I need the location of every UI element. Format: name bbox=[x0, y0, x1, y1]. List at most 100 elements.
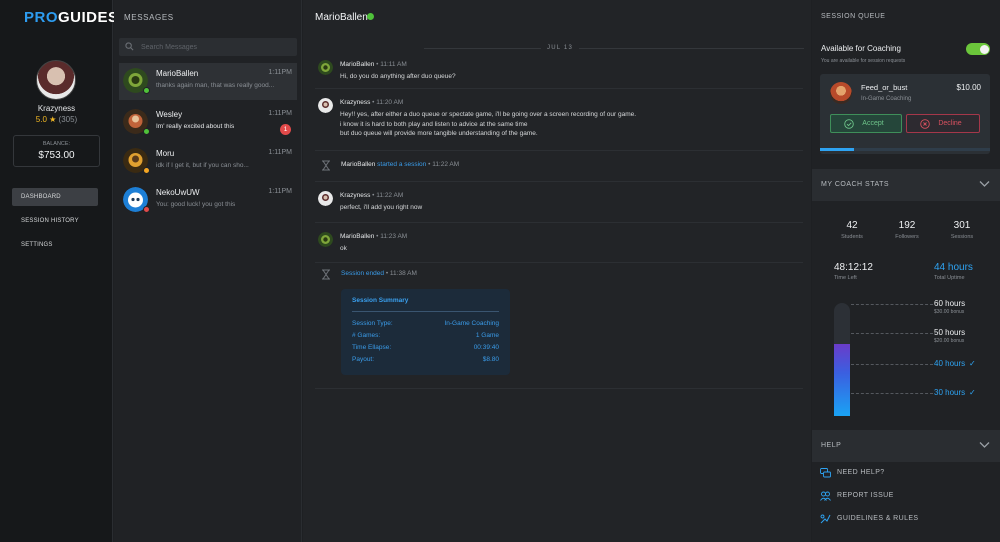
message-author-line: Krazyness • 11:20 AM bbox=[340, 99, 404, 106]
availability-toggle[interactable] bbox=[966, 43, 990, 55]
message-author-line: MarioBallen • 11:23 AM bbox=[340, 233, 408, 240]
session-request-card: Feed_or_bust $10.00 In-Game Coaching Acc… bbox=[820, 74, 990, 154]
message-author: Krazyness bbox=[340, 99, 371, 106]
guidelines-icon bbox=[820, 514, 831, 524]
logo[interactable]: PROGUIDES bbox=[24, 9, 119, 26]
date-divider bbox=[424, 48, 804, 49]
request-type: In-Game Coaching bbox=[861, 96, 912, 102]
online-status-dot bbox=[367, 13, 374, 20]
conversation-item[interactable]: MarioBallen 1:11PM thanks again man, tha… bbox=[119, 63, 297, 100]
sessions-count: 301 bbox=[953, 220, 971, 231]
message-author: MarioBallen bbox=[340, 233, 375, 240]
search-input[interactable] bbox=[141, 40, 291, 54]
conversation-time: 1:11PM bbox=[268, 110, 292, 117]
chevron-down-icon bbox=[979, 442, 990, 448]
session-summary-card: Session Summary Session Type: In-Game Coa… bbox=[341, 289, 510, 375]
chat-message: MarioBallen • 11:11 AM Hi, do you do any… bbox=[318, 60, 808, 84]
conversation-snippet: idk if I get it, but if you can sho... bbox=[156, 162, 249, 169]
sessions-label: Sessions bbox=[950, 234, 974, 240]
rating-score: 5.0 ★ bbox=[35, 115, 57, 124]
accept-label: Accept bbox=[862, 120, 884, 127]
people-icon bbox=[820, 491, 831, 501]
divider bbox=[315, 88, 803, 89]
tier-bonus: $20.00 bonus bbox=[934, 338, 965, 344]
conversation-name: Wesley bbox=[156, 110, 183, 119]
conversation-item[interactable]: NekoUwUW 1:11PM You: good luck! you got … bbox=[119, 182, 297, 219]
session-ended-link[interactable]: Session ended bbox=[341, 270, 384, 277]
right-panel: SESSION QUEUE Available for Coaching You… bbox=[812, 0, 1000, 542]
uptime-gauge bbox=[834, 303, 850, 416]
time-left-label: Time Left bbox=[834, 275, 857, 281]
help-item-label: REPORT ISSUE bbox=[837, 492, 894, 499]
summary-row: # Games: 1 Game bbox=[352, 332, 499, 339]
tier-line bbox=[851, 304, 933, 305]
requester-avatar bbox=[830, 82, 852, 104]
status-busy-dot bbox=[143, 206, 150, 213]
help-header[interactable]: HELP bbox=[812, 430, 1000, 462]
uptime-gauge-fill bbox=[834, 343, 850, 416]
user-avatar[interactable] bbox=[36, 60, 76, 100]
chat-message: Krazyness • 11:22 AM perfect, i'll add y… bbox=[318, 191, 808, 216]
nav-settings[interactable]: SETTINGS bbox=[12, 236, 98, 254]
message-author: MarioBallen bbox=[340, 61, 375, 68]
user-rating: 5.0 ★ (305) bbox=[0, 115, 113, 124]
conversation-time: 1:11PM bbox=[268, 188, 292, 195]
tier-hours: 60 hours bbox=[934, 299, 966, 308]
message-body: ok bbox=[340, 245, 347, 252]
help-item-label: NEED HELP? bbox=[837, 469, 885, 476]
message-time: 11:23 AM bbox=[380, 233, 408, 240]
tier-line bbox=[851, 393, 933, 394]
status-away-dot bbox=[143, 167, 150, 174]
conversation-item[interactable]: Wesley 1:11PM Im' really excited about t… bbox=[119, 104, 297, 141]
tier-hours: 40 hours bbox=[934, 359, 966, 368]
balance-label: BALANCE: bbox=[42, 141, 71, 147]
unread-badge: 1 bbox=[280, 124, 291, 135]
chat-message: MarioBallen • 11:23 AM ok bbox=[318, 232, 808, 257]
system-author: MarioBallen bbox=[341, 161, 376, 168]
session-queue-title: SESSION QUEUE bbox=[821, 13, 886, 20]
tier-hours: 50 hours bbox=[934, 328, 966, 337]
total-uptime-value: 44 hours bbox=[934, 262, 973, 273]
availability-label: Available for Coaching bbox=[821, 44, 901, 53]
followers-label: Followers bbox=[895, 234, 919, 240]
left-nav: PROGUIDES Krazyness 5.0 ★ (305) BALANCE:… bbox=[0, 0, 118, 542]
avatar bbox=[318, 232, 333, 247]
nav-session-history[interactable]: SESSION HISTORY bbox=[12, 212, 98, 230]
conversation-item[interactable]: Moru 1:11PM idk if I get it, but if you … bbox=[119, 143, 297, 180]
decline-button[interactable]: Decline bbox=[906, 114, 980, 133]
request-price: $10.00 bbox=[956, 83, 981, 92]
message-author: Krazyness bbox=[340, 192, 371, 199]
session-started-link[interactable]: started a session bbox=[377, 161, 426, 168]
nav-dashboard[interactable]: DASHBOARD bbox=[12, 188, 98, 206]
help-title: HELP bbox=[821, 442, 842, 449]
toggle-knob bbox=[979, 44, 989, 54]
hourglass-icon bbox=[322, 269, 330, 280]
tier-line bbox=[851, 333, 933, 334]
tier-line bbox=[851, 364, 933, 365]
check-icon: ✓ bbox=[969, 359, 976, 368]
conversation-name: NekoUwUW bbox=[156, 188, 200, 197]
avatar bbox=[318, 191, 333, 206]
divider bbox=[315, 181, 803, 182]
total-uptime-label: Total Uptime bbox=[934, 275, 965, 281]
status-online-dot bbox=[143, 87, 150, 94]
chat-contact-name[interactable]: MarioBallen bbox=[315, 12, 368, 23]
tier-bonus: $30.00 bonus bbox=[934, 309, 965, 315]
request-timer-bar bbox=[820, 148, 990, 151]
chat-bubbles-icon bbox=[820, 468, 831, 478]
message-body: perfect, i'll add you right now bbox=[340, 204, 423, 211]
message-author-line: MarioBallen • 11:11 AM bbox=[340, 61, 407, 68]
divider bbox=[352, 311, 499, 312]
message-body: Hi, do you do anything after duo queue? bbox=[340, 73, 456, 80]
balance-box: BALANCE: $753.00 bbox=[13, 135, 100, 167]
avatar bbox=[318, 60, 333, 75]
message-time: 11:11 AM bbox=[380, 61, 407, 68]
coach-stats-title: MY COACH STATS bbox=[821, 181, 890, 188]
divider bbox=[315, 262, 803, 263]
request-timer-fill bbox=[820, 148, 854, 151]
conversation-snippet: Im' really excited about this bbox=[156, 123, 235, 130]
messages-title: MESSAGES bbox=[124, 13, 174, 22]
conversation-name: MarioBallen bbox=[156, 69, 199, 78]
accept-button[interactable]: Accept bbox=[830, 114, 902, 133]
coach-stats-header[interactable]: MY COACH STATS bbox=[812, 169, 1000, 201]
